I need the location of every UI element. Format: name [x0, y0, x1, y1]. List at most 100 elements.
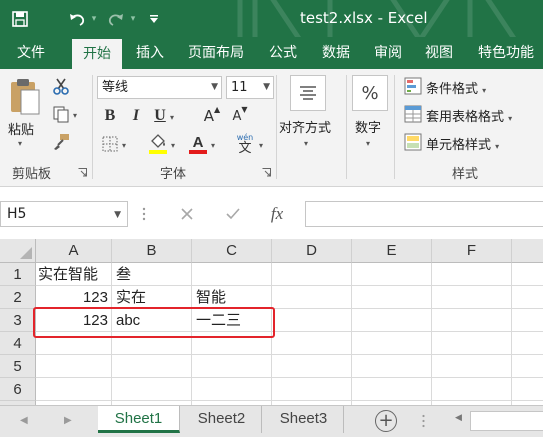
cell-a2[interactable]: 123 — [36, 286, 111, 309]
scroll-left-icon[interactable]: ◀ — [455, 413, 462, 423]
font-name-value: 等线 — [102, 80, 129, 95]
fill-color-icon[interactable] — [146, 131, 170, 157]
gridline — [36, 400, 543, 401]
cancel-icon[interactable] — [172, 201, 202, 227]
column-header-a[interactable]: A — [36, 239, 112, 263]
number-dropdown-icon[interactable]: ▾ — [366, 135, 370, 150]
percent-icon[interactable]: % — [352, 75, 388, 111]
scroll-sheets-right-icon[interactable]: ▶ — [64, 406, 72, 436]
font-name-combo[interactable]: 等线 ▼ — [97, 76, 222, 99]
gridline — [36, 285, 543, 286]
tab-review[interactable]: 审阅 — [367, 37, 409, 69]
number-button-label[interactable]: 数字 — [355, 117, 381, 136]
cell-styles-icon[interactable] — [403, 132, 423, 152]
redo-icon[interactable] — [105, 0, 127, 37]
column-header-e[interactable]: E — [352, 239, 432, 263]
format-as-table-button[interactable]: 套用表格格式 ▾ — [426, 106, 512, 125]
tab-page-layout[interactable]: 页面布局 — [180, 37, 252, 69]
alignment-icon[interactable] — [290, 75, 326, 111]
tab-splitter-handle[interactable] — [422, 414, 425, 428]
save-icon[interactable] — [8, 0, 32, 37]
select-all-button[interactable] — [0, 239, 36, 263]
sheet-tab-sheet1[interactable]: Sheet1 — [98, 406, 180, 433]
svg-text:A: A — [193, 134, 204, 151]
alignment-button-label[interactable]: 对齐方式 — [279, 117, 331, 136]
font-size-combo[interactable]: 11 ▼ — [226, 76, 274, 99]
chevron-down-icon[interactable]: ▼ — [114, 203, 121, 227]
cell-a1[interactable]: 实在智能 — [36, 263, 112, 286]
font-dialog-launcher-icon[interactable] — [262, 168, 271, 177]
font-color-dropdown-icon[interactable]: ▾ — [211, 137, 215, 152]
format-painter-icon[interactable] — [50, 131, 72, 153]
sheet-tab-sheet2[interactable]: Sheet2 — [182, 406, 262, 433]
formula-bar-resize-handle[interactable] — [142, 207, 146, 221]
window-title: test2.xlsx - Excel — [300, 9, 428, 27]
borders-icon[interactable] — [100, 133, 120, 155]
tab-file[interactable]: 文件 — [6, 37, 56, 69]
horizontal-scrollbar[interactable] — [470, 411, 543, 431]
name-box[interactable]: H5 ▼ — [0, 201, 128, 227]
scroll-sheets-left-icon[interactable]: ◀ — [20, 406, 28, 436]
font-color-icon[interactable]: A — [186, 131, 210, 157]
paste-button-label[interactable]: 粘贴 — [8, 119, 34, 138]
styles-group-label: 样式 — [452, 167, 479, 182]
tab-view[interactable]: 视图 — [418, 37, 460, 69]
alignment-dropdown-icon[interactable]: ▾ — [304, 135, 308, 150]
italic-button[interactable]: I — [126, 105, 146, 127]
cut-icon[interactable] — [50, 75, 72, 97]
enter-check-icon[interactable] — [218, 201, 248, 227]
borders-dropdown-icon[interactable]: ▾ — [122, 137, 126, 152]
conditional-formatting-icon[interactable] — [403, 76, 423, 96]
group-divider — [346, 75, 347, 179]
customize-toolbar-icon[interactable] — [145, 0, 163, 37]
chevron-down-icon[interactable]: ▼ — [211, 77, 218, 98]
redo-dropdown-icon[interactable]: ▾ — [127, 0, 139, 37]
insert-function-icon[interactable]: fx — [262, 201, 292, 227]
cell-c2[interactable]: 智能 — [194, 286, 272, 309]
spreadsheet-grid: A B C D E F 1 2 3 4 5 6 实在智能 叁 123 实在 智能… — [0, 239, 543, 405]
underline-dropdown-icon[interactable]: ▾ — [170, 109, 174, 124]
column-header-c[interactable]: C — [192, 239, 272, 263]
clipboard-dialog-launcher-icon[interactable] — [78, 168, 87, 177]
group-divider — [92, 75, 93, 179]
undo-icon[interactable] — [66, 0, 88, 37]
paste-icon[interactable] — [6, 75, 42, 119]
tab-insert[interactable]: 插入 — [126, 37, 174, 69]
format-as-table-icon[interactable] — [403, 104, 423, 124]
row-header-6[interactable]: 6 — [0, 378, 36, 401]
row-header-3[interactable]: 3 — [0, 309, 36, 332]
copy-dropdown-icon[interactable]: ▾ — [73, 107, 77, 122]
conditional-formatting-button[interactable]: 条件格式 ▾ — [426, 78, 486, 97]
row-header-1[interactable]: 1 — [0, 263, 36, 286]
column-header-f[interactable]: F — [432, 239, 512, 263]
column-header-d[interactable]: D — [272, 239, 352, 263]
tab-special-features[interactable]: 特色功能 — [470, 37, 542, 69]
phonetic-dropdown-icon[interactable]: ▾ — [259, 137, 263, 152]
column-header-g[interactable] — [512, 239, 543, 263]
sheet-tab-sheet3[interactable]: Sheet3 — [264, 406, 344, 433]
column-header-b[interactable]: B — [112, 239, 192, 263]
tab-formulas[interactable]: 公式 — [262, 37, 304, 69]
copy-icon[interactable] — [50, 103, 72, 125]
row-header-4[interactable]: 4 — [0, 332, 36, 355]
paste-dropdown-icon[interactable]: ▾ — [18, 139, 22, 148]
row-header-2[interactable]: 2 — [0, 286, 36, 309]
add-sheet-button[interactable]: + — [375, 410, 397, 432]
bold-button[interactable]: B — [100, 105, 120, 127]
cell-b1[interactable]: 叁 — [114, 263, 192, 286]
tab-home[interactable]: 开始 — [72, 39, 122, 69]
grow-font-button[interactable]: A ▲ — [200, 105, 224, 127]
cell-styles-button[interactable]: 单元格样式 ▾ — [426, 134, 499, 153]
cell-b2[interactable]: 实在 — [114, 286, 192, 309]
name-box-value: H5 — [7, 206, 27, 222]
chevron-down-icon[interactable]: ▼ — [263, 77, 270, 98]
phonetic-guide-icon[interactable]: wén 文 — [232, 131, 258, 157]
shrink-font-button[interactable]: A ▼ — [228, 105, 252, 127]
group-divider — [394, 75, 395, 179]
formula-input[interactable] — [305, 201, 543, 227]
tab-data[interactable]: 数据 — [315, 37, 357, 69]
underline-button[interactable]: U — [150, 105, 170, 127]
row-header-5[interactable]: 5 — [0, 355, 36, 378]
undo-dropdown-icon[interactable]: ▾ — [88, 0, 100, 37]
fill-color-dropdown-icon[interactable]: ▾ — [171, 137, 175, 152]
